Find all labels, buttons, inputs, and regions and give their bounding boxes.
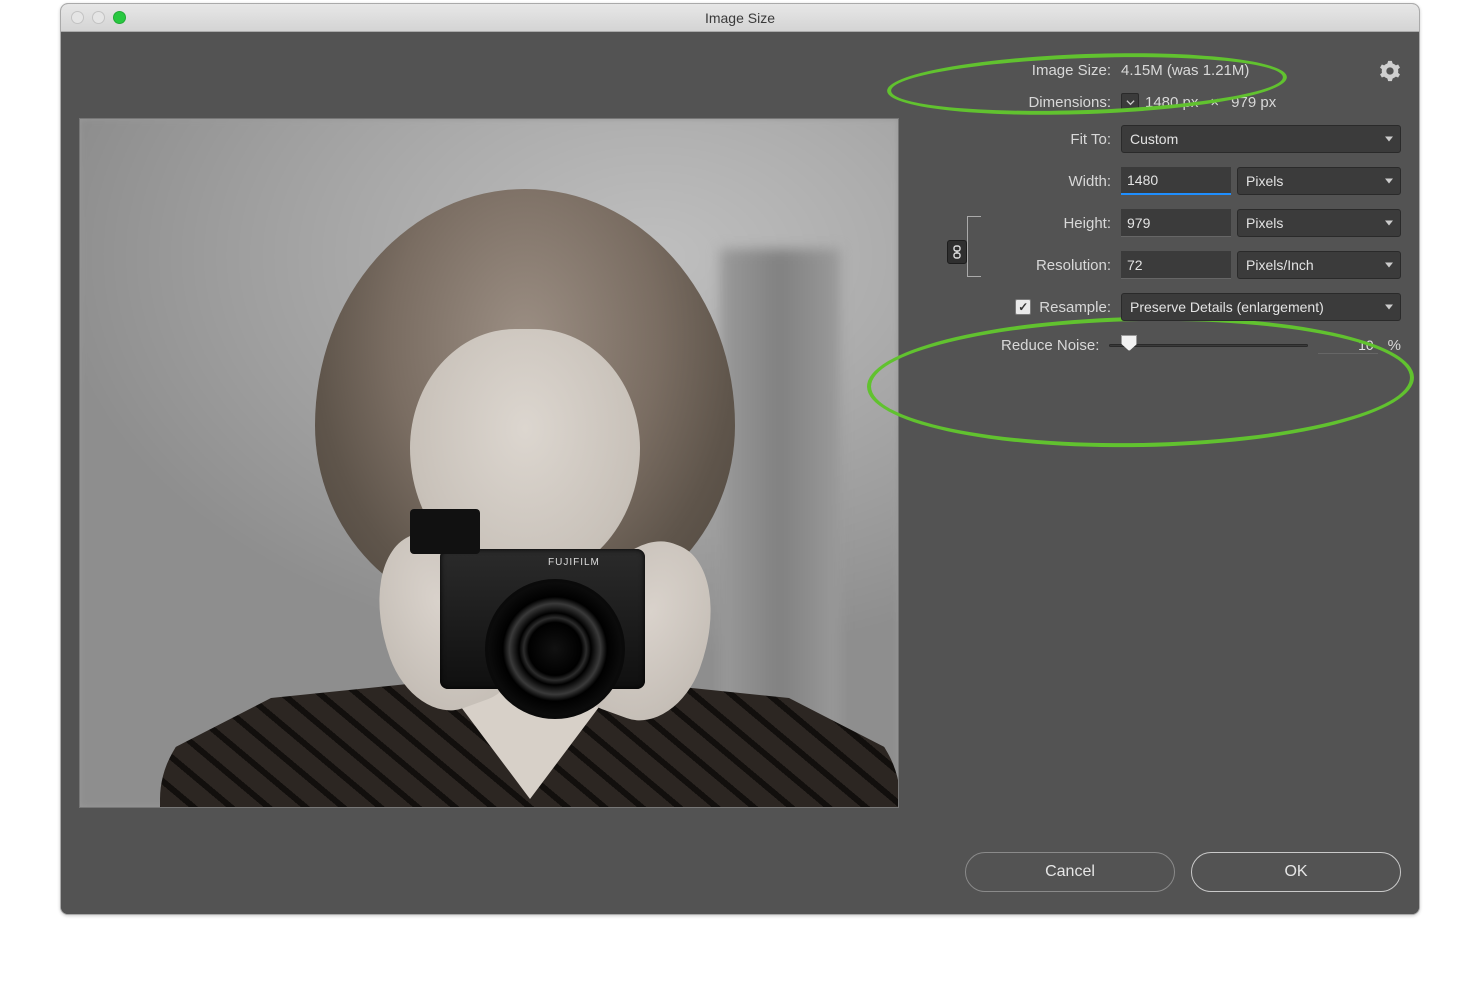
resolution-input[interactable] — [1121, 251, 1231, 279]
fit-to-select[interactable]: Custom — [1121, 125, 1401, 153]
image-size-dialog: Image Size FUJIFILM — [60, 3, 1420, 915]
image-size-row: Image Size: 4.15M (was 1.21M) — [951, 62, 1401, 79]
window-zoom-button[interactable] — [113, 11, 126, 24]
constrain-proportions-button[interactable] — [947, 240, 967, 264]
height-input[interactable] — [1121, 209, 1231, 237]
dialog-footer: Cancel OK — [965, 852, 1401, 892]
dimensions-height: 979 px — [1231, 94, 1276, 111]
image-preview[interactable]: FUJIFILM — [79, 118, 899, 808]
dimensions-row: Dimensions: 1480 px × 979 px — [951, 93, 1401, 111]
fit-to-row: Fit To: Custom — [951, 125, 1401, 153]
width-unit-select[interactable]: Pixels — [1237, 167, 1401, 195]
resolution-label: Resolution: — [951, 257, 1111, 274]
width-row: Width: Pixels — [951, 167, 1401, 195]
traffic-lights — [71, 11, 126, 24]
annotation-ellipse-mid — [866, 312, 1415, 452]
window-close-button[interactable] — [71, 11, 84, 24]
height-unit-select[interactable]: Pixels — [1237, 209, 1401, 237]
reduce-noise-value[interactable] — [1318, 337, 1378, 354]
image-size-label: Image Size: — [951, 62, 1111, 79]
image-size-value: 4.15M (was 1.21M) — [1121, 62, 1249, 79]
ok-button[interactable]: OK — [1191, 852, 1401, 892]
resample-checkbox[interactable]: ✓ — [1015, 299, 1031, 315]
resolution-unit-select[interactable]: Pixels/Inch — [1237, 251, 1401, 279]
dimensions-width: 1480 px — [1145, 94, 1198, 111]
controls-grid: Image Size: 4.15M (was 1.21M) Dimensions… — [951, 62, 1401, 355]
percent-sign: % — [1388, 337, 1401, 354]
width-label: Width: — [951, 173, 1111, 190]
window-title: Image Size — [61, 10, 1419, 26]
height-label: Height: — [951, 215, 1111, 232]
dimensions-label: Dimensions: — [951, 94, 1111, 111]
reduce-noise-slider[interactable] — [1109, 335, 1307, 355]
resample-label: Resample: — [1039, 299, 1111, 316]
resample-method-select[interactable]: Preserve Details (enlargement) — [1121, 293, 1401, 321]
camera-brand-text: FUJIFILM — [548, 557, 600, 568]
dimensions-unit-toggle[interactable] — [1121, 93, 1139, 111]
width-input[interactable] — [1121, 167, 1231, 195]
titlebar: Image Size — [61, 4, 1419, 32]
reduce-noise-row: Reduce Noise: % — [1001, 335, 1401, 355]
fit-to-label: Fit To: — [951, 131, 1111, 148]
reduce-noise-label: Reduce Noise: — [1001, 337, 1099, 354]
preview-pane: FUJIFILM — [61, 32, 911, 914]
cancel-button[interactable]: Cancel — [965, 852, 1175, 892]
dimensions-multiply: × — [1210, 94, 1219, 111]
resample-row: ✓ Resample: Preserve Details (enlargemen… — [951, 293, 1401, 321]
window-minimize-button[interactable] — [92, 11, 105, 24]
controls-pane: Image Size: 4.15M (was 1.21M) Dimensions… — [911, 32, 1419, 914]
dialog-body: FUJIFILM Image Size: 4.15M (was 1.21M) — [61, 32, 1419, 914]
resolution-row: Resolution: Pixels/Inch — [951, 251, 1401, 279]
height-row: Height: Pixels — [951, 209, 1401, 237]
